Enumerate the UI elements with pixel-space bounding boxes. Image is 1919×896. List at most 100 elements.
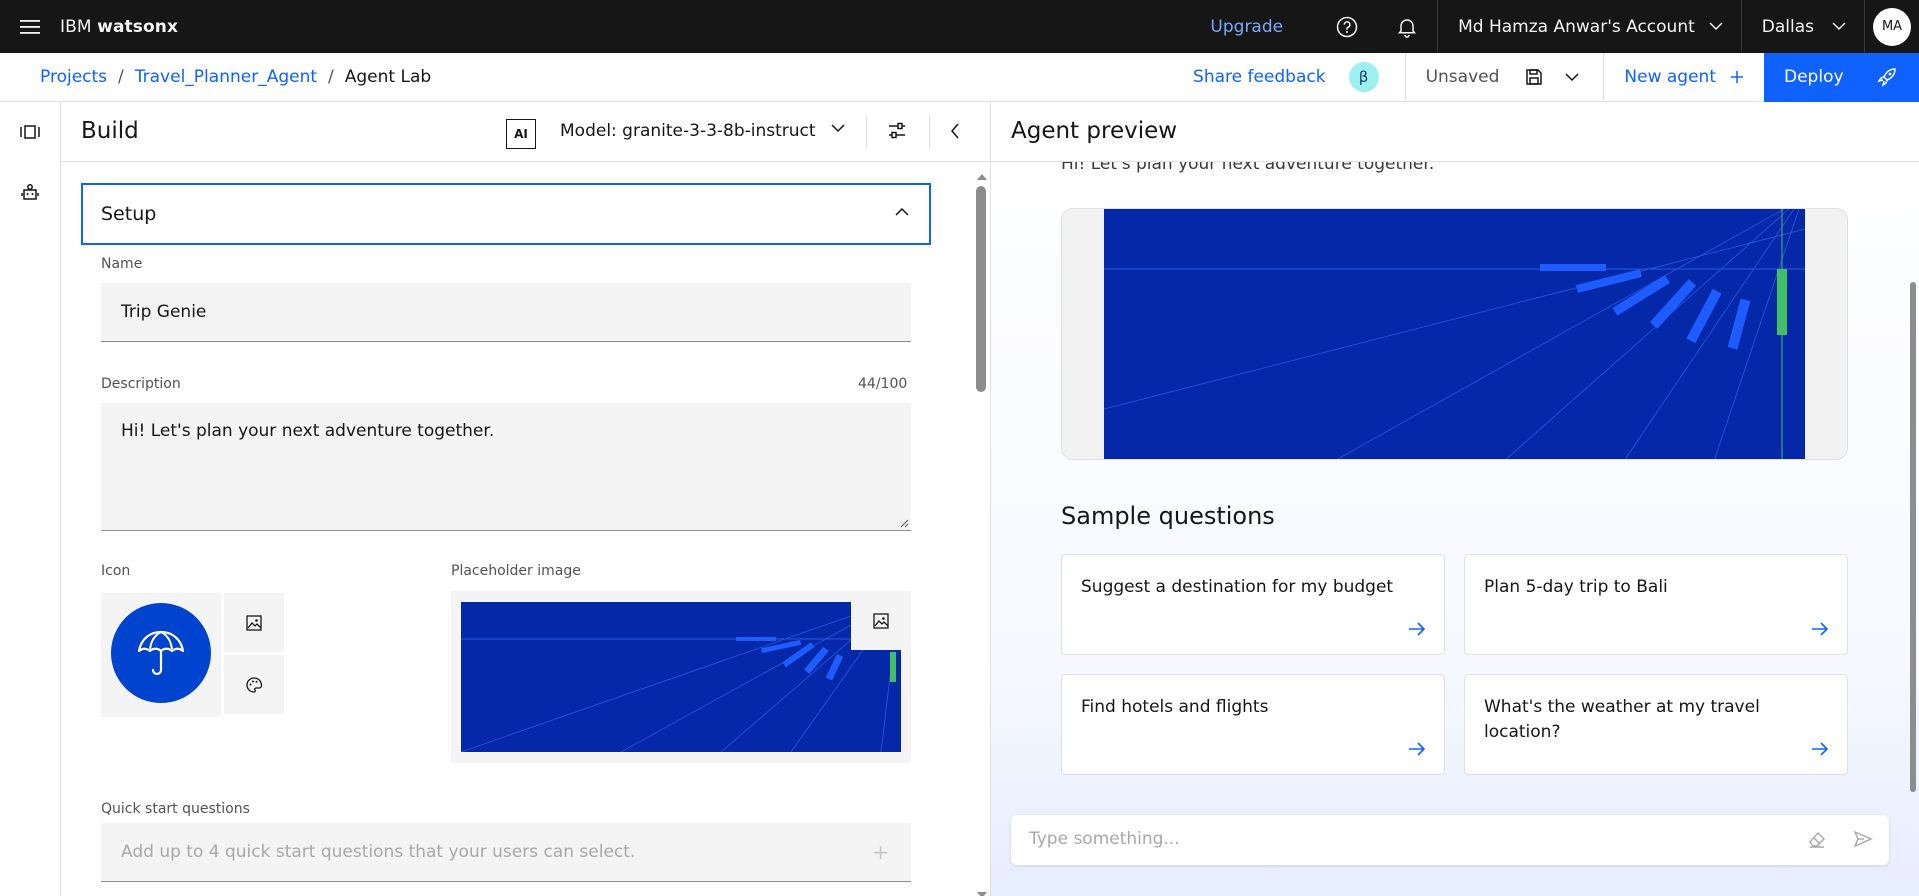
chevron-down-icon[interactable] <box>831 124 845 133</box>
name-value: Trip Genie <box>121 302 207 322</box>
breadcrumb-separator: / <box>118 67 124 87</box>
region-name: Dallas <box>1761 16 1814 37</box>
avatar: MA <box>1873 7 1911 46</box>
sample-question-text: What's the weather at my travel location… <box>1484 697 1760 742</box>
save-group <box>1525 68 1603 86</box>
chat-placeholder: Type something... <box>1029 829 1180 849</box>
breadcrumb: Projects / Travel_Planner_Agent / Agent … <box>0 67 431 87</box>
setup-label: Setup <box>101 203 157 225</box>
build-panel: Build AI Model: granite-3-3-8b-instruct … <box>61 102 991 896</box>
chevron-down-icon <box>1709 22 1723 31</box>
agent-preview-panel: Hi! Let's plan your next adventure toget… <box>991 102 1919 896</box>
preview-header: Agent preview <box>991 102 1919 162</box>
new-agent-button[interactable]: New agent <box>1604 67 1764 87</box>
preview-scroll-thumb[interactable] <box>1910 282 1916 792</box>
sub-header: Projects / Travel_Planner_Agent / Agent … <box>0 52 1919 102</box>
add-icon[interactable]: + <box>872 840 889 864</box>
placeholder-image <box>461 602 901 752</box>
deploy-label: Deploy <box>1784 67 1844 87</box>
sample-question-card[interactable]: Plan 5-day trip to Bali <box>1464 554 1848 655</box>
breadcrumb-project[interactable]: Travel_Planner_Agent <box>135 67 317 87</box>
resize-handle-icon[interactable] <box>899 518 909 528</box>
help-icon[interactable] <box>1317 0 1377 53</box>
image-icon <box>873 612 889 629</box>
upgrade-link[interactable]: Upgrade <box>1176 17 1317 37</box>
save-icon[interactable] <box>1525 68 1543 86</box>
sample-question-card[interactable]: Find hotels and flights <box>1061 674 1445 775</box>
region-switcher[interactable]: Dallas <box>1742 0 1864 53</box>
breadcrumb-current: Agent Lab <box>344 67 432 87</box>
deploy-button[interactable]: Deploy <box>1764 52 1919 102</box>
setup-accordion-header[interactable]: Setup <box>81 183 931 245</box>
name-field[interactable]: Trip Genie <box>101 283 911 342</box>
new-agent-label: New agent <box>1624 67 1716 87</box>
brand-prefix: IBM <box>60 16 92 37</box>
icon-color-button[interactable] <box>224 655 284 714</box>
build-header-divider <box>866 116 867 148</box>
beta-badge: β <box>1348 62 1379 92</box>
product-brand[interactable]: IBM watsonx <box>60 17 178 37</box>
placeholder-image-label: Placeholder image <box>451 563 581 579</box>
quick-start-label: Quick start questions <box>101 801 250 817</box>
umbrella-icon <box>111 603 211 703</box>
quick-start-input[interactable]: Add up to 4 quick start questions that y… <box>101 823 911 882</box>
icon-label: Icon <box>101 563 131 579</box>
brand-name: watsonx <box>97 16 179 37</box>
user-avatar-button[interactable]: MA <box>1865 0 1919 53</box>
palette-icon <box>246 676 263 693</box>
send-icon[interactable] <box>1853 829 1873 849</box>
image-icon <box>246 614 262 631</box>
quick-start-placeholder: Add up to 4 quick start questions that y… <box>121 842 636 862</box>
sample-questions-title: Sample questions <box>1061 502 1275 530</box>
agent-icon[interactable] <box>14 176 46 208</box>
description-field[interactable]: Hi! Let's plan your next adventure toget… <box>101 403 911 531</box>
tune-icon[interactable] <box>887 121 907 141</box>
share-feedback-link[interactable]: Share feedback <box>1193 67 1326 87</box>
sample-question-text: Suggest a destination for my budget <box>1081 577 1394 597</box>
sample-question-text: Find hotels and flights <box>1081 697 1269 717</box>
ai-label[interactable]: AI <box>506 119 536 149</box>
agent-hero-image <box>1061 208 1848 460</box>
chevron-up-icon <box>895 207 909 216</box>
scroll-down-icon[interactable] <box>976 890 988 896</box>
arrow-right-icon <box>1409 622 1426 636</box>
arrow-right-icon <box>1409 742 1426 756</box>
model-selector[interactable]: Model: granite-3-3-8b-instruct <box>560 121 816 141</box>
preview-title: Agent preview <box>1011 118 1178 144</box>
rocket-icon <box>1877 68 1896 87</box>
top-header: IBM watsonx Upgrade Md Hamza Anwar's Acc… <box>0 0 1919 53</box>
scroll-up-icon[interactable] <box>976 172 988 182</box>
arrow-right-icon <box>1812 622 1829 636</box>
notification-icon[interactable] <box>1377 0 1437 53</box>
build-header-divider <box>929 116 930 148</box>
placeholder-image-preview <box>451 591 911 763</box>
sidebar-panel-icon[interactable] <box>14 116 46 148</box>
sample-question-text: Plan 5-day trip to Bali <box>1484 577 1668 597</box>
sample-question-card[interactable]: What's the weather at my travel location… <box>1464 674 1848 775</box>
build-title: Build <box>81 118 139 144</box>
eraser-icon[interactable] <box>1807 829 1827 849</box>
description-label: Description <box>101 376 181 392</box>
chevron-left-icon[interactable] <box>949 121 961 141</box>
placeholder-image <box>1104 209 1805 459</box>
icon-preview[interactable] <box>101 593 221 717</box>
build-header: Build AI Model: granite-3-3-8b-instruct <box>61 102 991 162</box>
name-label: Name <box>101 256 143 272</box>
sample-question-card[interactable]: Suggest a destination for my budget <box>1061 554 1445 655</box>
upload-placeholder-button[interactable] <box>851 591 911 650</box>
save-status: Unsaved <box>1425 67 1500 87</box>
description-value: Hi! Let's plan your next adventure toget… <box>121 421 495 441</box>
account-switcher[interactable]: Md Hamza Anwar's Account <box>1438 0 1741 53</box>
chat-input[interactable]: Type something... <box>1011 815 1889 865</box>
chevron-down-icon[interactable] <box>1565 72 1579 82</box>
breadcrumb-projects[interactable]: Projects <box>40 67 107 87</box>
description-counter: 44/100 <box>858 376 908 392</box>
menu-icon[interactable] <box>0 0 60 53</box>
left-rail <box>0 102 61 896</box>
upload-icon-button[interactable] <box>224 593 284 652</box>
arrow-right-icon <box>1812 742 1829 756</box>
breadcrumb-separator: / <box>328 67 334 87</box>
add-icon <box>1731 71 1743 83</box>
build-scroll-thumb[interactable] <box>976 186 986 392</box>
chevron-down-icon <box>1832 22 1846 31</box>
